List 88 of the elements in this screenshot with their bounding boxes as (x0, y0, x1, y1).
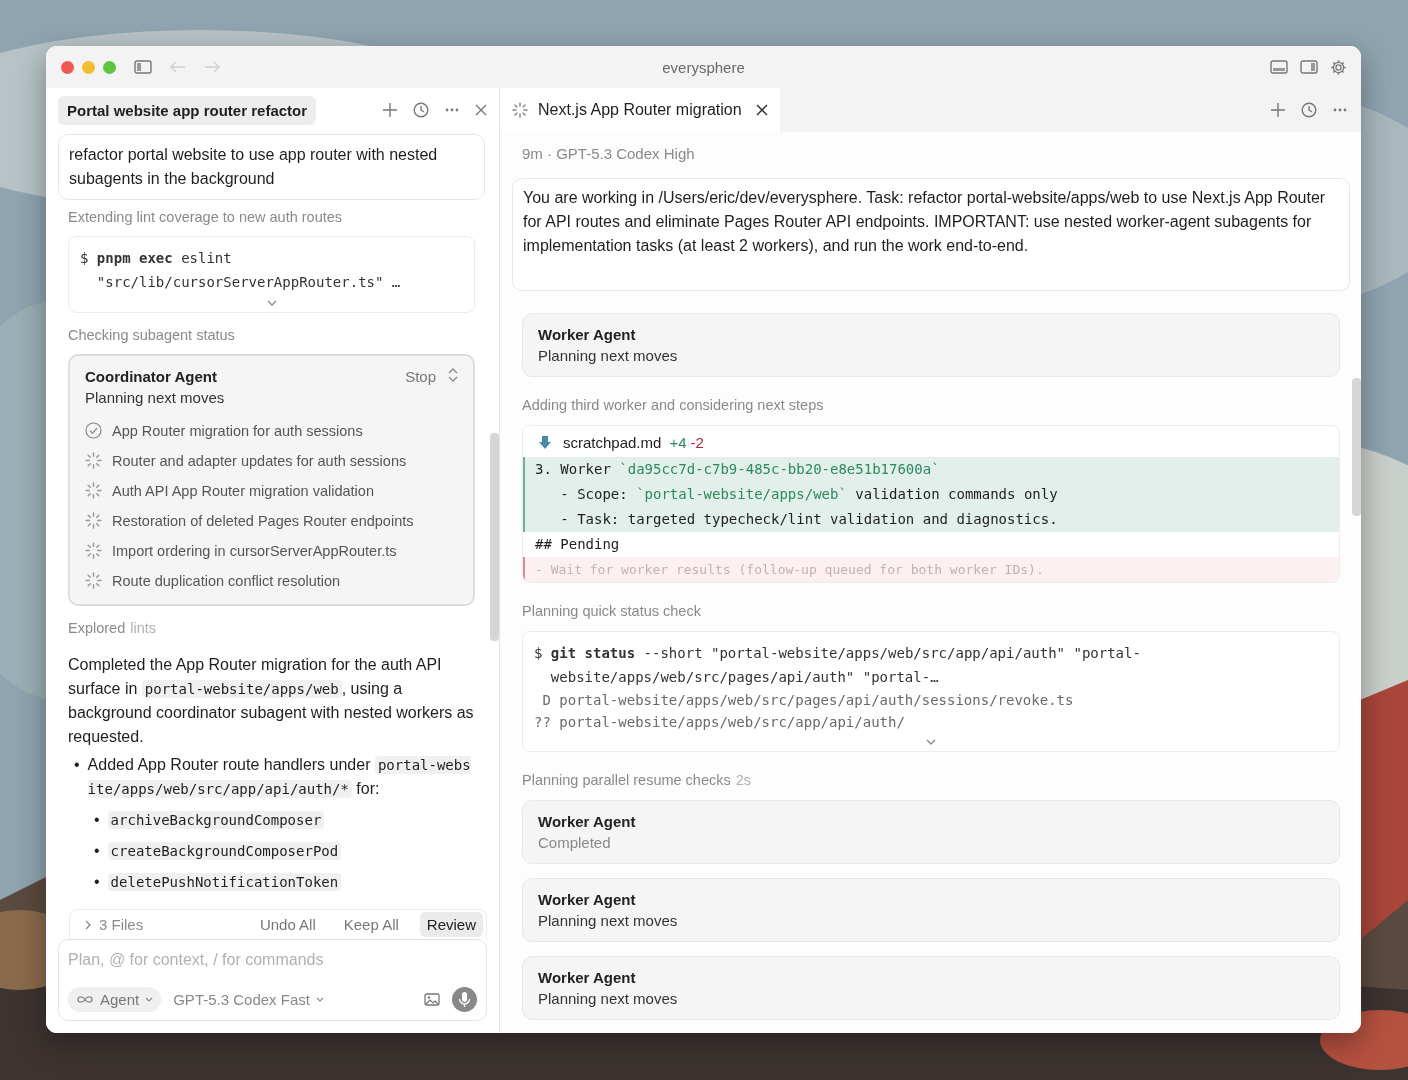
settings-icon[interactable] (1330, 58, 1347, 76)
more-icon[interactable] (1333, 108, 1347, 112)
download-arrow-icon (539, 435, 551, 450)
history-icon[interactable] (413, 102, 429, 118)
action-button[interactable]: Review (419, 912, 483, 937)
task-label: Route duplication conflict resolution (112, 572, 341, 589)
bullet-text: archiveBackgroundComposer (107, 808, 325, 832)
agent-status: Completed (538, 834, 612, 851)
agent-status: Planning next moves (538, 912, 679, 929)
agent-name: Coordinator Agent (85, 368, 218, 385)
more-icon[interactable] (445, 108, 459, 112)
status-text: Planning quick status check (522, 603, 701, 619)
close-window-button[interactable] (61, 60, 74, 74)
mode-dropdown[interactable]: Agent (68, 987, 162, 1012)
bullet-text: createBackgroundComposerPod (107, 839, 342, 863)
zoom-window-button[interactable] (103, 60, 116, 74)
command-line: $ git status --short "portal-website/apps/web/src/app/api/auth" "portal- (534, 644, 1142, 663)
chevron-right-icon[interactable] (85, 919, 91, 930)
model-dropdown[interactable]: GPT-5.3 Codex Fast (173, 991, 324, 1008)
agent-card[interactable]: Worker Agent Planning next moves (522, 313, 1340, 377)
history-icon[interactable] (1301, 102, 1317, 118)
output-line: D portal-website/apps/web/src/pages/api/auth/sessions/revoke.ts (541, 691, 1075, 710)
caret-icon (145, 997, 154, 1002)
message-paragraph: Completed the App Router migration for the auth API surface in portal-website/apps/web , using a background coordinator subagent with nested workers as requested. (68, 655, 475, 747)
agent-card[interactable] (68, 354, 475, 606)
status-detail: lints (130, 620, 157, 636)
message-composer[interactable]: Plan, @ for context, / for commands Agent GPT-5.3 Codex Fast (58, 939, 487, 1021)
agent-card[interactable]: Worker Agent Completed (522, 800, 1340, 864)
message-input[interactable]: Plan, @ for context, / for commands (68, 949, 477, 971)
command-line: $ pnpm exec eslint (80, 249, 233, 268)
close-icon[interactable] (755, 104, 768, 116)
agent-status: Planning next moves (538, 990, 679, 1007)
agent-card[interactable]: Worker Agent Planning next moves (522, 878, 1340, 942)
side-panel-icon[interactable] (1300, 60, 1318, 74)
status-text: Planning parallel resume checks (522, 772, 731, 788)
action-button[interactable]: Undo All (252, 912, 323, 937)
expand-chevron-icon[interactable] (266, 300, 277, 306)
removed-count: -2 (690, 434, 704, 451)
agent-name: Worker Agent (538, 326, 637, 343)
chat-tab[interactable]: Next.js App Router migration (500, 88, 780, 132)
agent-card[interactable]: Worker Agent Planning next moves (522, 956, 1340, 1020)
agent-name: Worker Agent (538, 813, 637, 830)
agent-status: Planning next moves (538, 347, 679, 364)
bullet-marker: • (94, 841, 100, 861)
agent-name: Worker Agent (538, 891, 637, 908)
expand-chevron-icon[interactable] (926, 739, 936, 745)
task-label: App Router migration for auth sessions (112, 422, 363, 439)
agent-name: Worker Agent (538, 969, 637, 986)
chat-tab[interactable]: Portal website app router refactor (58, 95, 317, 125)
bullet-marker: • (94, 810, 100, 830)
added-count: +4 (669, 434, 687, 451)
agent-status: Planning next moves (85, 389, 226, 406)
status-text: Explored (68, 620, 126, 636)
caret-icon (315, 997, 324, 1002)
scrollbar[interactable] (1352, 378, 1361, 516)
plus-icon[interactable] (383, 103, 397, 117)
user-prompt: You are working in /Users/eric/dev/everysphere. Task: refactor portal-website/apps/web to use Next.js App Router for API routes and eliminate Pages Router API endpoints. IMPORTANT: use nested worker-agent subagents for implementation tasks (at least 2 workers), and run the work end-to-end. (512, 178, 1350, 291)
bullet-marker: • (74, 755, 80, 775)
task-label: Import ordering in cursorServerAppRouter.ts (112, 542, 397, 559)
window-title: everysphere (662, 58, 745, 76)
plus-icon[interactable] (1271, 103, 1285, 117)
stop-button[interactable]: Stop (405, 368, 436, 385)
bottom-panel-icon[interactable] (1270, 60, 1288, 74)
scrollbar[interactable] (490, 433, 499, 641)
task-label: Router and adapter updates for auth sessions (112, 452, 407, 469)
infinity-icon (76, 995, 94, 1004)
sidebar-toggle-icon[interactable] (134, 60, 152, 74)
image-icon[interactable] (424, 993, 440, 1006)
spinner-icon (512, 102, 528, 118)
status-text: Extending lint coverage to new auth routes (68, 209, 343, 225)
bullet-marker: • (94, 872, 100, 892)
user-prompt: refactor portal website to use app router with nested subagents in the background (58, 134, 485, 200)
output-line: ?? portal-website/apps/web/src/app/api/auth/ (534, 713, 906, 732)
status-text: Checking subagent status (68, 327, 235, 343)
status-text: Adding third worker and considering next steps (522, 397, 824, 413)
microphone-button[interactable] (452, 987, 477, 1012)
files-count[interactable]: 3 Files (99, 916, 144, 933)
status-detail: 2s (735, 772, 752, 788)
bullet-text: deletePushNotificationToken (107, 870, 342, 894)
command-line: website/apps/web/src/pages/api/auth" "portal-… (549, 668, 940, 687)
command-line: "src/lib/cursorServerAppRouter.ts" … (95, 273, 402, 292)
action-button[interactable]: Keep All (336, 912, 406, 937)
task-label: Auth API App Router migration validation (112, 482, 374, 499)
session-meta: 9m · GPT-5.3 Codex High (521, 144, 696, 164)
file-name[interactable]: scratchpad.md (563, 434, 662, 451)
bullet-text: Added App Router route handlers under portal-website/apps/web/src/app/api/auth/* for: (87, 755, 472, 800)
task-label: Restoration of deleted Pages Router endpoints (112, 512, 414, 529)
expand-collapse-icon[interactable] (448, 368, 458, 382)
